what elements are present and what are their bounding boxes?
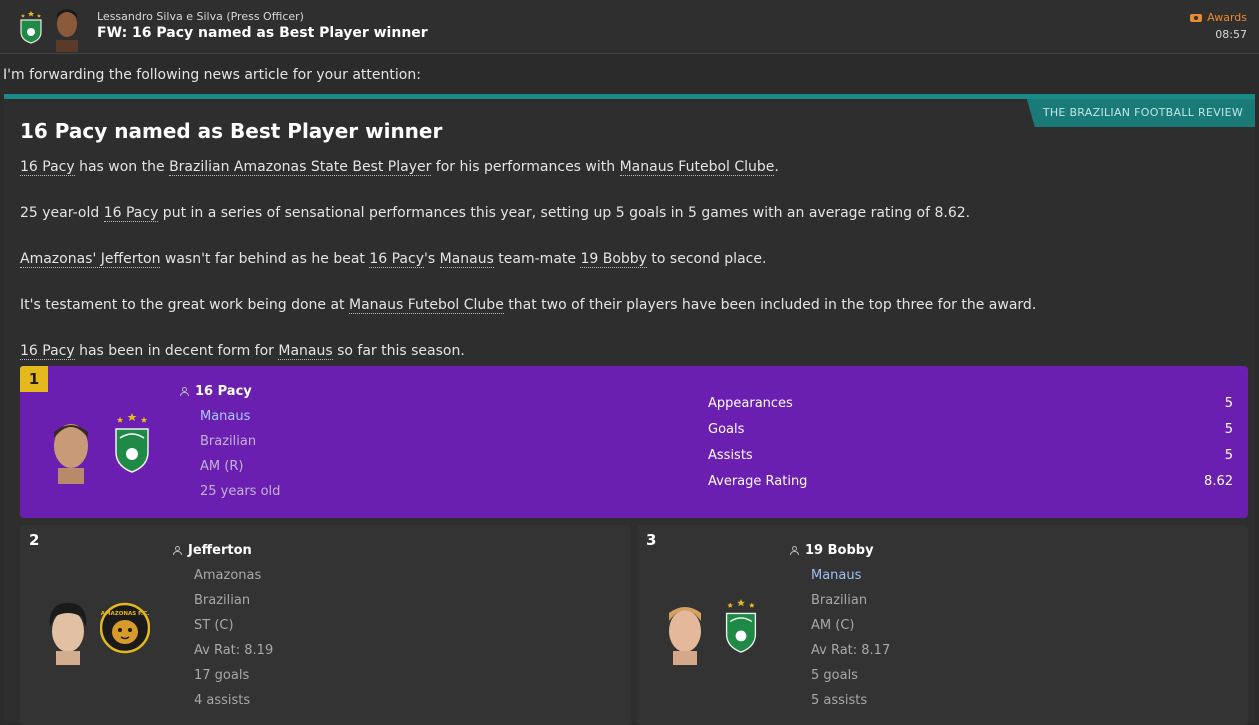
- runner-up-goals: 17 goals: [194, 668, 250, 683]
- article-paragraph-3: Amazonas' Jefferton wasn't far behind as…: [20, 251, 767, 268]
- text-fragment: team-mate: [493, 251, 581, 267]
- message-header: Lessandro Silva e Silva (Press Officer) …: [0, 0, 1259, 54]
- runner-up-position: ST (C): [194, 618, 234, 633]
- rank-number: 2: [29, 531, 40, 549]
- text-fragment: that two of their players have been incl…: [503, 297, 1037, 313]
- text-fragment: 's: [423, 251, 440, 267]
- tag-icon: [1190, 13, 1203, 22]
- stat-label-average-rating: Average Rating: [708, 474, 808, 489]
- player-link-pacy[interactable]: 16 Pacy: [103, 205, 159, 222]
- news-article: THE BRAZILIAN FOOTBALL REVIEW 16 Pacy na…: [4, 94, 1255, 725]
- third-place-name-label: 19 Bobby: [805, 543, 874, 558]
- runner-up-assists: 4 assists: [194, 693, 251, 708]
- sender-name: Lessandro Silva e Silva (Press Officer): [97, 10, 304, 23]
- stat-label-assists: Assists: [708, 448, 753, 463]
- winner-name-label: 16 Pacy: [195, 384, 252, 399]
- text-fragment: has been in decent form for: [74, 343, 279, 359]
- player-face-pacy[interactable]: [46, 416, 96, 484]
- stat-value-goals: 5: [1224, 422, 1233, 437]
- player-link-pacy[interactable]: 16 Pacy: [20, 159, 75, 176]
- person-icon: [180, 387, 189, 396]
- article-paragraph-2: 25 year-old 16 Pacy put in a series of s…: [20, 205, 971, 222]
- news-source-tab[interactable]: THE BRAZILIAN FOOTBALL REVIEW: [1026, 99, 1255, 127]
- text-fragment: .: [774, 159, 779, 175]
- person-icon: [790, 546, 799, 555]
- rank-badge: 1: [20, 366, 48, 392]
- text-fragment: to second place.: [646, 251, 767, 267]
- message-time: 08:57: [1215, 28, 1247, 41]
- article-paragraph-1: 16 Pacy has won the Brazilian Amazonas S…: [20, 159, 779, 176]
- amazonas-crest-icon[interactable]: AMAZONAS F.C.: [100, 599, 150, 657]
- third-place-name[interactable]: 19 Bobby: [790, 543, 874, 558]
- text-fragment: put in a series of sensational performan…: [158, 205, 971, 221]
- article-headline: 16 Pacy named as Best Player winner: [20, 119, 443, 143]
- manaus-crest-icon[interactable]: [112, 412, 152, 474]
- runner-up-name-label: Jefferton: [188, 543, 252, 558]
- award-link[interactable]: Brazilian Amazonas State Best Player: [169, 159, 432, 176]
- text-fragment: 25 year-old: [20, 205, 104, 221]
- message-subject: FW: 16 Pacy named as Best Player winner: [97, 25, 428, 41]
- club-link-manaus[interactable]: Manaus: [439, 251, 494, 268]
- stat-label-appearances: Appearances: [708, 396, 793, 411]
- third-place-club[interactable]: Manaus: [811, 568, 861, 583]
- stat-value-average-rating: 8.62: [1204, 474, 1233, 489]
- club-crest-icon[interactable]: [18, 10, 44, 44]
- rank-number: 3: [646, 531, 657, 549]
- club-link-manaus[interactable]: Manaus: [278, 343, 333, 360]
- winner-card[interactable]: 1 16 Pacy Manaus Brazilian AM (R) 25 yea…: [20, 366, 1248, 518]
- third-place-goals: 5 goals: [811, 668, 858, 683]
- runner-up-rating: Av Rat: 8.19: [194, 643, 274, 658]
- third-place-position: AM (C): [811, 618, 855, 633]
- player-face-jefferton[interactable]: [44, 599, 92, 665]
- player-link-jefferton[interactable]: Amazonas' Jefferton: [20, 251, 161, 268]
- winner-position: AM (R): [200, 459, 244, 474]
- awards-tag[interactable]: Awards: [1190, 11, 1247, 24]
- awards-tag-label: Awards: [1207, 11, 1247, 24]
- stat-value-assists: 5: [1224, 448, 1233, 463]
- winner-club[interactable]: Manaus: [200, 409, 250, 424]
- stat-value-appearances: 5: [1224, 396, 1233, 411]
- stat-label-goals: Goals: [708, 422, 745, 437]
- player-link-pacy[interactable]: 16 Pacy: [20, 343, 75, 360]
- article-paragraph-4: It's testament to the great work being d…: [20, 297, 1037, 314]
- runner-up-name[interactable]: Jefferton: [173, 543, 252, 558]
- club-link-manaus[interactable]: Manaus Futebol Clube: [348, 297, 504, 314]
- player-face-bobby[interactable]: [661, 599, 709, 665]
- runner-up-card[interactable]: 2 AMAZONAS F.C. Jefferton Amazonas Brazi…: [20, 525, 631, 725]
- club-link-manaus[interactable]: Manaus Futebol Clube: [619, 159, 775, 176]
- third-place-rating: Av Rat: 8.17: [811, 643, 891, 658]
- article-paragraph-5: 16 Pacy has been in decent form for Mana…: [20, 343, 465, 360]
- winner-name[interactable]: 16 Pacy: [180, 384, 252, 399]
- runner-up-club[interactable]: Amazonas: [194, 568, 261, 583]
- person-icon: [173, 546, 182, 555]
- winner-nationality: Brazilian: [200, 434, 257, 449]
- text-fragment: has won the: [74, 159, 170, 175]
- winner-age: 25 years old: [200, 484, 281, 499]
- player-link-pacy[interactable]: 16 Pacy: [369, 251, 424, 268]
- manaus-crest-icon[interactable]: [723, 597, 759, 655]
- svg-text:AMAZONAS F.C.: AMAZONAS F.C.: [101, 611, 150, 617]
- intro-text: I'm forwarding the following news articl…: [3, 67, 421, 83]
- text-fragment: so far this season.: [332, 343, 465, 359]
- third-place-card[interactable]: 3 19 Bobby Manaus Brazilian AM (C) Av Ra…: [637, 525, 1248, 725]
- third-place-nationality: Brazilian: [811, 593, 868, 608]
- text-fragment: for his performances with: [431, 159, 620, 175]
- player-link-bobby[interactable]: 19 Bobby: [580, 251, 647, 268]
- third-place-assists: 5 assists: [811, 693, 868, 708]
- runner-up-nationality: Brazilian: [194, 593, 251, 608]
- text-fragment: wasn't far behind as he beat: [160, 251, 370, 267]
- text-fragment: It's testament to the great work being d…: [20, 297, 349, 313]
- press-officer-avatar[interactable]: [50, 4, 84, 52]
